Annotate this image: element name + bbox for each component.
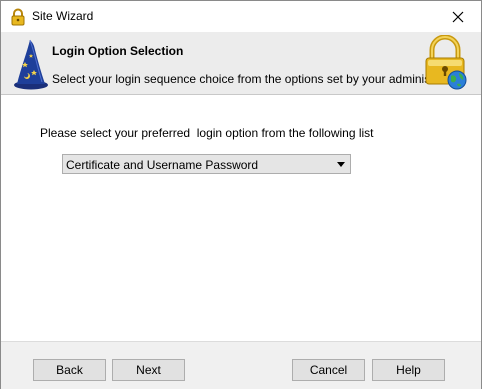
lock-icon xyxy=(11,8,25,26)
padlock-globe-icon xyxy=(425,35,467,90)
login-option-selected: Certificate and Username Password xyxy=(66,158,259,172)
wizard-hat-icon xyxy=(14,39,48,90)
title-bar: Site Wizard xyxy=(1,1,481,32)
help-button[interactable]: Help xyxy=(372,359,445,381)
login-option-dropdown[interactable]: Certificate and Username Password xyxy=(62,154,351,174)
chevron-down-icon xyxy=(337,162,345,167)
close-button[interactable] xyxy=(435,1,481,32)
close-icon xyxy=(452,11,464,22)
login-option-prompt: Please select your preferred login optio… xyxy=(40,126,374,140)
site-wizard-window: Site Wizard Login Option Selection Selec… xyxy=(0,0,482,389)
content-panel: Please select your preferred login optio… xyxy=(1,95,481,341)
window-title: Site Wizard xyxy=(32,9,94,23)
next-button[interactable]: Next xyxy=(112,359,185,381)
header-subtitle: Select your login sequence choice from t… xyxy=(52,72,459,86)
back-button[interactable]: Back xyxy=(33,359,106,381)
button-bar: Back Next Cancel Help xyxy=(1,341,481,389)
wizard-header: Login Option Selection Select your login… xyxy=(1,32,481,95)
cancel-button[interactable]: Cancel xyxy=(292,359,365,381)
header-title: Login Option Selection xyxy=(52,44,184,58)
